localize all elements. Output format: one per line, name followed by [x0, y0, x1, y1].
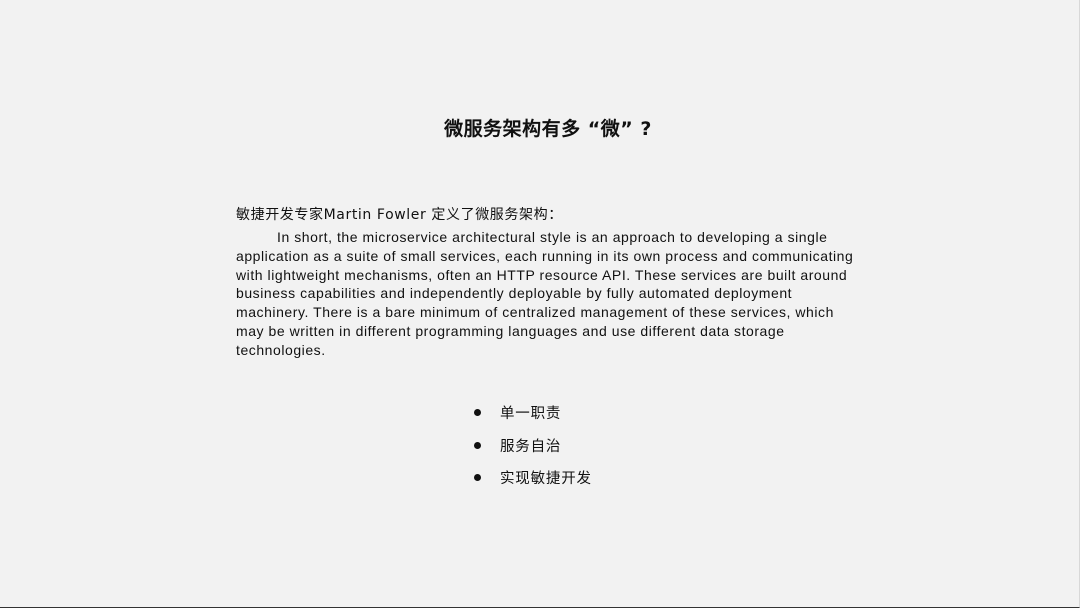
slide-title: 微服务架构有多 “微” ?: [444, 118, 652, 140]
quote-line: application as a suite of small services…: [236, 247, 854, 264]
slide-canvas: 微服务架构有多 “微” ? 敏捷开发专家Martin Fowler 定义了微服务…: [0, 0, 1080, 608]
list-item: 实现敏捷开发: [474, 467, 592, 488]
quote-line: In short, the microservice architectural…: [277, 229, 828, 245]
bullet-dot-icon: [474, 474, 481, 481]
list-item-label: 服务自治: [500, 438, 562, 455]
list-item-label: 单一职责: [500, 406, 562, 422]
list-item: 单一职责: [474, 402, 592, 423]
bullet-dot-icon: [474, 409, 481, 416]
list-item: 服务自治: [474, 435, 592, 456]
quote-line: machinery. There is a bare minimum of ce…: [236, 304, 834, 321]
quote-line: may be written in different programming …: [236, 322, 785, 339]
quote-line: business capabilities and independently …: [236, 285, 793, 302]
quote-line: technologies.: [236, 341, 326, 358]
list-item-label: 实现敏捷开发: [500, 471, 592, 487]
quote-line: with lightweight mechanisms, often an HT…: [236, 266, 848, 283]
fowler-quote: In short, the microservice architectural…: [236, 228, 876, 360]
intro-text: 敏捷开发专家Martin Fowler 定义了微服务架构：: [236, 207, 563, 223]
key-points-list: 单一职责 服务自治 实现敏捷开发: [474, 402, 592, 500]
bullet-dot-icon: [474, 441, 481, 449]
